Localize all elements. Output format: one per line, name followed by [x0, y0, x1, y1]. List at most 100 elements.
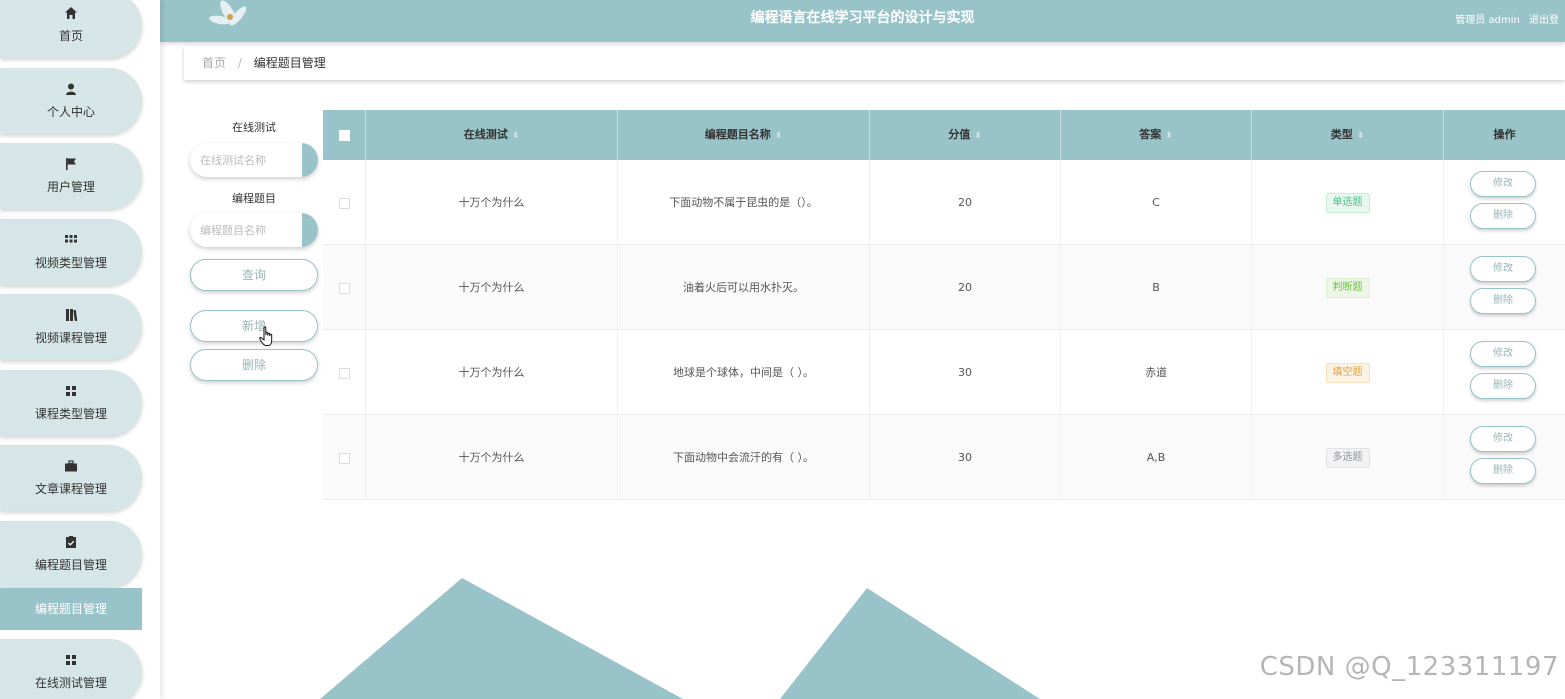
answer-cell: 赤道 — [1061, 330, 1252, 415]
logout-link[interactable]: 退出登 — [1529, 15, 1559, 26]
table-row: 十万个为什么 油着火后可以用水扑灭。 20 B 判断题 修改 删除 — [323, 245, 1565, 330]
question-search-box — [190, 213, 318, 247]
squares-icon — [66, 386, 76, 396]
sidebar-item-home[interactable]: 首页 — [0, 0, 142, 58]
test-cell: 十万个为什么 — [366, 330, 618, 415]
row-select-cell — [323, 330, 366, 415]
type-tag: 单选题 — [1325, 193, 1370, 213]
sidebar: 首页 个人中心 用户管理 视频类型管理 视频课程管理 课程类型管理 文章课程管理 — [0, 0, 160, 699]
question-search-label: 编程题目 — [232, 192, 276, 205]
test-cell: 十万个为什么 — [366, 245, 618, 330]
select-all-cell — [323, 110, 366, 160]
briefcase-icon — [65, 460, 77, 472]
edit-button[interactable]: 修改 — [1470, 426, 1536, 452]
delete-button[interactable]: 删除 — [1470, 288, 1536, 314]
add-button[interactable]: 新增 — [190, 310, 318, 342]
clipboard-icon — [66, 536, 76, 548]
hand-cursor-icon — [259, 326, 273, 346]
squares-icon — [66, 655, 76, 665]
sidebar-item-programming-questions[interactable]: 编程题目管理 — [0, 521, 142, 587]
batch-delete-button[interactable]: 删除 — [190, 349, 318, 381]
sidebar-item-label: 个人中心 — [46, 105, 95, 119]
delete-button[interactable]: 删除 — [1470, 458, 1536, 484]
type-cell: 填空题 — [1252, 330, 1444, 415]
type-tag: 填空题 — [1325, 363, 1370, 383]
type-tag: 判断题 — [1325, 278, 1370, 298]
test-search-label: 在线测试 — [232, 121, 276, 134]
sort-icon[interactable]: ⬍ — [512, 131, 520, 141]
actions-cell: 修改 删除 — [1444, 160, 1565, 245]
score-cell: 30 — [870, 415, 1061, 500]
score-cell: 20 — [870, 160, 1061, 245]
sidebar-item-personal-center[interactable]: 个人中心 — [0, 68, 142, 134]
sidebar-item-online-test[interactable]: 在线测试管理 — [0, 639, 142, 699]
admin-user-label: 管理员 admin — [1455, 15, 1520, 26]
actions-cell: 修改 删除 — [1444, 245, 1565, 330]
answer-cell: C — [1061, 160, 1252, 245]
table-row: 十万个为什么 下面动物中会流汗的有（ ）。 30 A,B 多选题 修改 删除 — [323, 415, 1565, 500]
column-header-answer[interactable]: 答案 ⬍ — [1061, 110, 1252, 160]
table-row: 十万个为什么 下面动物不属于昆虫的是（）。 20 C 单选题 修改 删除 — [323, 160, 1565, 245]
type-cell: 判断题 — [1252, 245, 1444, 330]
test-cell: 十万个为什么 — [366, 160, 618, 245]
sidebar-item-video-course[interactable]: 视频课程管理 — [0, 294, 142, 360]
column-header-type[interactable]: 类型 ⬍ — [1252, 110, 1444, 160]
sort-icon[interactable]: ⬍ — [775, 131, 783, 141]
top-header: 编程语言在线学习平台的设计与实现 管理员 admin 退出登 — [160, 0, 1565, 42]
sidebar-item-label: 视频课程管理 — [34, 331, 107, 345]
table-row: 十万个为什么 地球是个球体，中间是（ ）。 30 赤道 填空题 修改 删除 — [323, 330, 1565, 415]
answer-cell: B — [1061, 245, 1252, 330]
edit-button[interactable]: 修改 — [1470, 256, 1536, 282]
row-checkbox[interactable] — [338, 197, 350, 209]
user-icon — [66, 83, 76, 95]
type-cell: 单选题 — [1252, 160, 1444, 245]
question-name-cell: 下面动物中会流汗的有（ ）。 — [618, 415, 870, 500]
row-select-cell — [323, 245, 366, 330]
sidebar-item-article-course[interactable]: 文章课程管理 — [0, 445, 142, 511]
page-title: 编程语言在线学习平台的设计与实现 — [750, 10, 975, 26]
app-page: 编程语言在线学习平台的设计与实现 管理员 admin 退出登 首页 个人中心 用… — [0, 0, 1565, 699]
answer-cell: A,B — [1061, 415, 1252, 500]
column-header-score[interactable]: 分值 ⬍ — [870, 110, 1061, 160]
book-icon — [66, 309, 78, 322]
score-cell: 30 — [870, 330, 1061, 415]
question-name-cell: 油着火后可以用水扑灭。 — [618, 245, 870, 330]
row-checkbox[interactable] — [338, 452, 350, 464]
test-name-input[interactable] — [190, 143, 298, 177]
header-user-area: 管理员 admin 退出登 — [1455, 11, 1565, 26]
test-search-box — [190, 143, 318, 177]
row-checkbox[interactable] — [338, 367, 350, 379]
edit-button[interactable]: 修改 — [1470, 341, 1536, 367]
breadcrumb-home[interactable]: 首页 — [202, 56, 226, 70]
sidebar-item-label: 文章课程管理 — [34, 482, 107, 496]
row-checkbox[interactable] — [338, 282, 350, 294]
type-cell: 多选题 — [1252, 415, 1444, 500]
sort-icon[interactable]: ⬍ — [1357, 131, 1365, 141]
sidebar-item-course-type[interactable]: 课程类型管理 — [0, 370, 142, 436]
delete-button[interactable]: 删除 — [1470, 203, 1536, 229]
sort-icon[interactable]: ⬍ — [974, 131, 982, 141]
sidebar-subitem-programming-questions[interactable]: 编程题目管理 — [0, 588, 142, 630]
csdn-watermark: CSDN @Q_123311197 — [1259, 652, 1559, 682]
sidebar-item-label: 用户管理 — [46, 180, 95, 194]
sidebar-item-video-type[interactable]: 视频类型管理 — [0, 219, 142, 285]
sidebar-item-label: 编程题目管理 — [34, 558, 107, 572]
column-header-name[interactable]: 编程题目名称 ⬍ — [618, 110, 870, 160]
sidebar-item-label: 在线测试管理 — [34, 676, 107, 690]
question-name-input[interactable] — [190, 213, 298, 247]
edit-button[interactable]: 修改 — [1470, 171, 1536, 197]
sidebar-item-user-management[interactable]: 用户管理 — [0, 143, 142, 209]
row-select-cell — [323, 160, 366, 245]
home-icon — [65, 7, 77, 19]
actions-cell: 修改 删除 — [1444, 415, 1565, 500]
breadcrumb-current: 编程题目管理 — [253, 56, 326, 70]
delete-button[interactable]: 删除 — [1470, 373, 1536, 399]
column-header-test[interactable]: 在线测试 ⬍ — [366, 110, 618, 160]
select-all-checkbox[interactable] — [338, 129, 350, 141]
query-button[interactable]: 查询 — [190, 259, 318, 291]
sidebar-item-label: 课程类型管理 — [34, 407, 107, 421]
breadcrumb-separator: / — [237, 56, 242, 70]
sort-icon[interactable]: ⬍ — [1165, 131, 1173, 141]
type-tag: 多选题 — [1325, 448, 1370, 468]
sidebar-item-label: 首页 — [58, 29, 83, 43]
